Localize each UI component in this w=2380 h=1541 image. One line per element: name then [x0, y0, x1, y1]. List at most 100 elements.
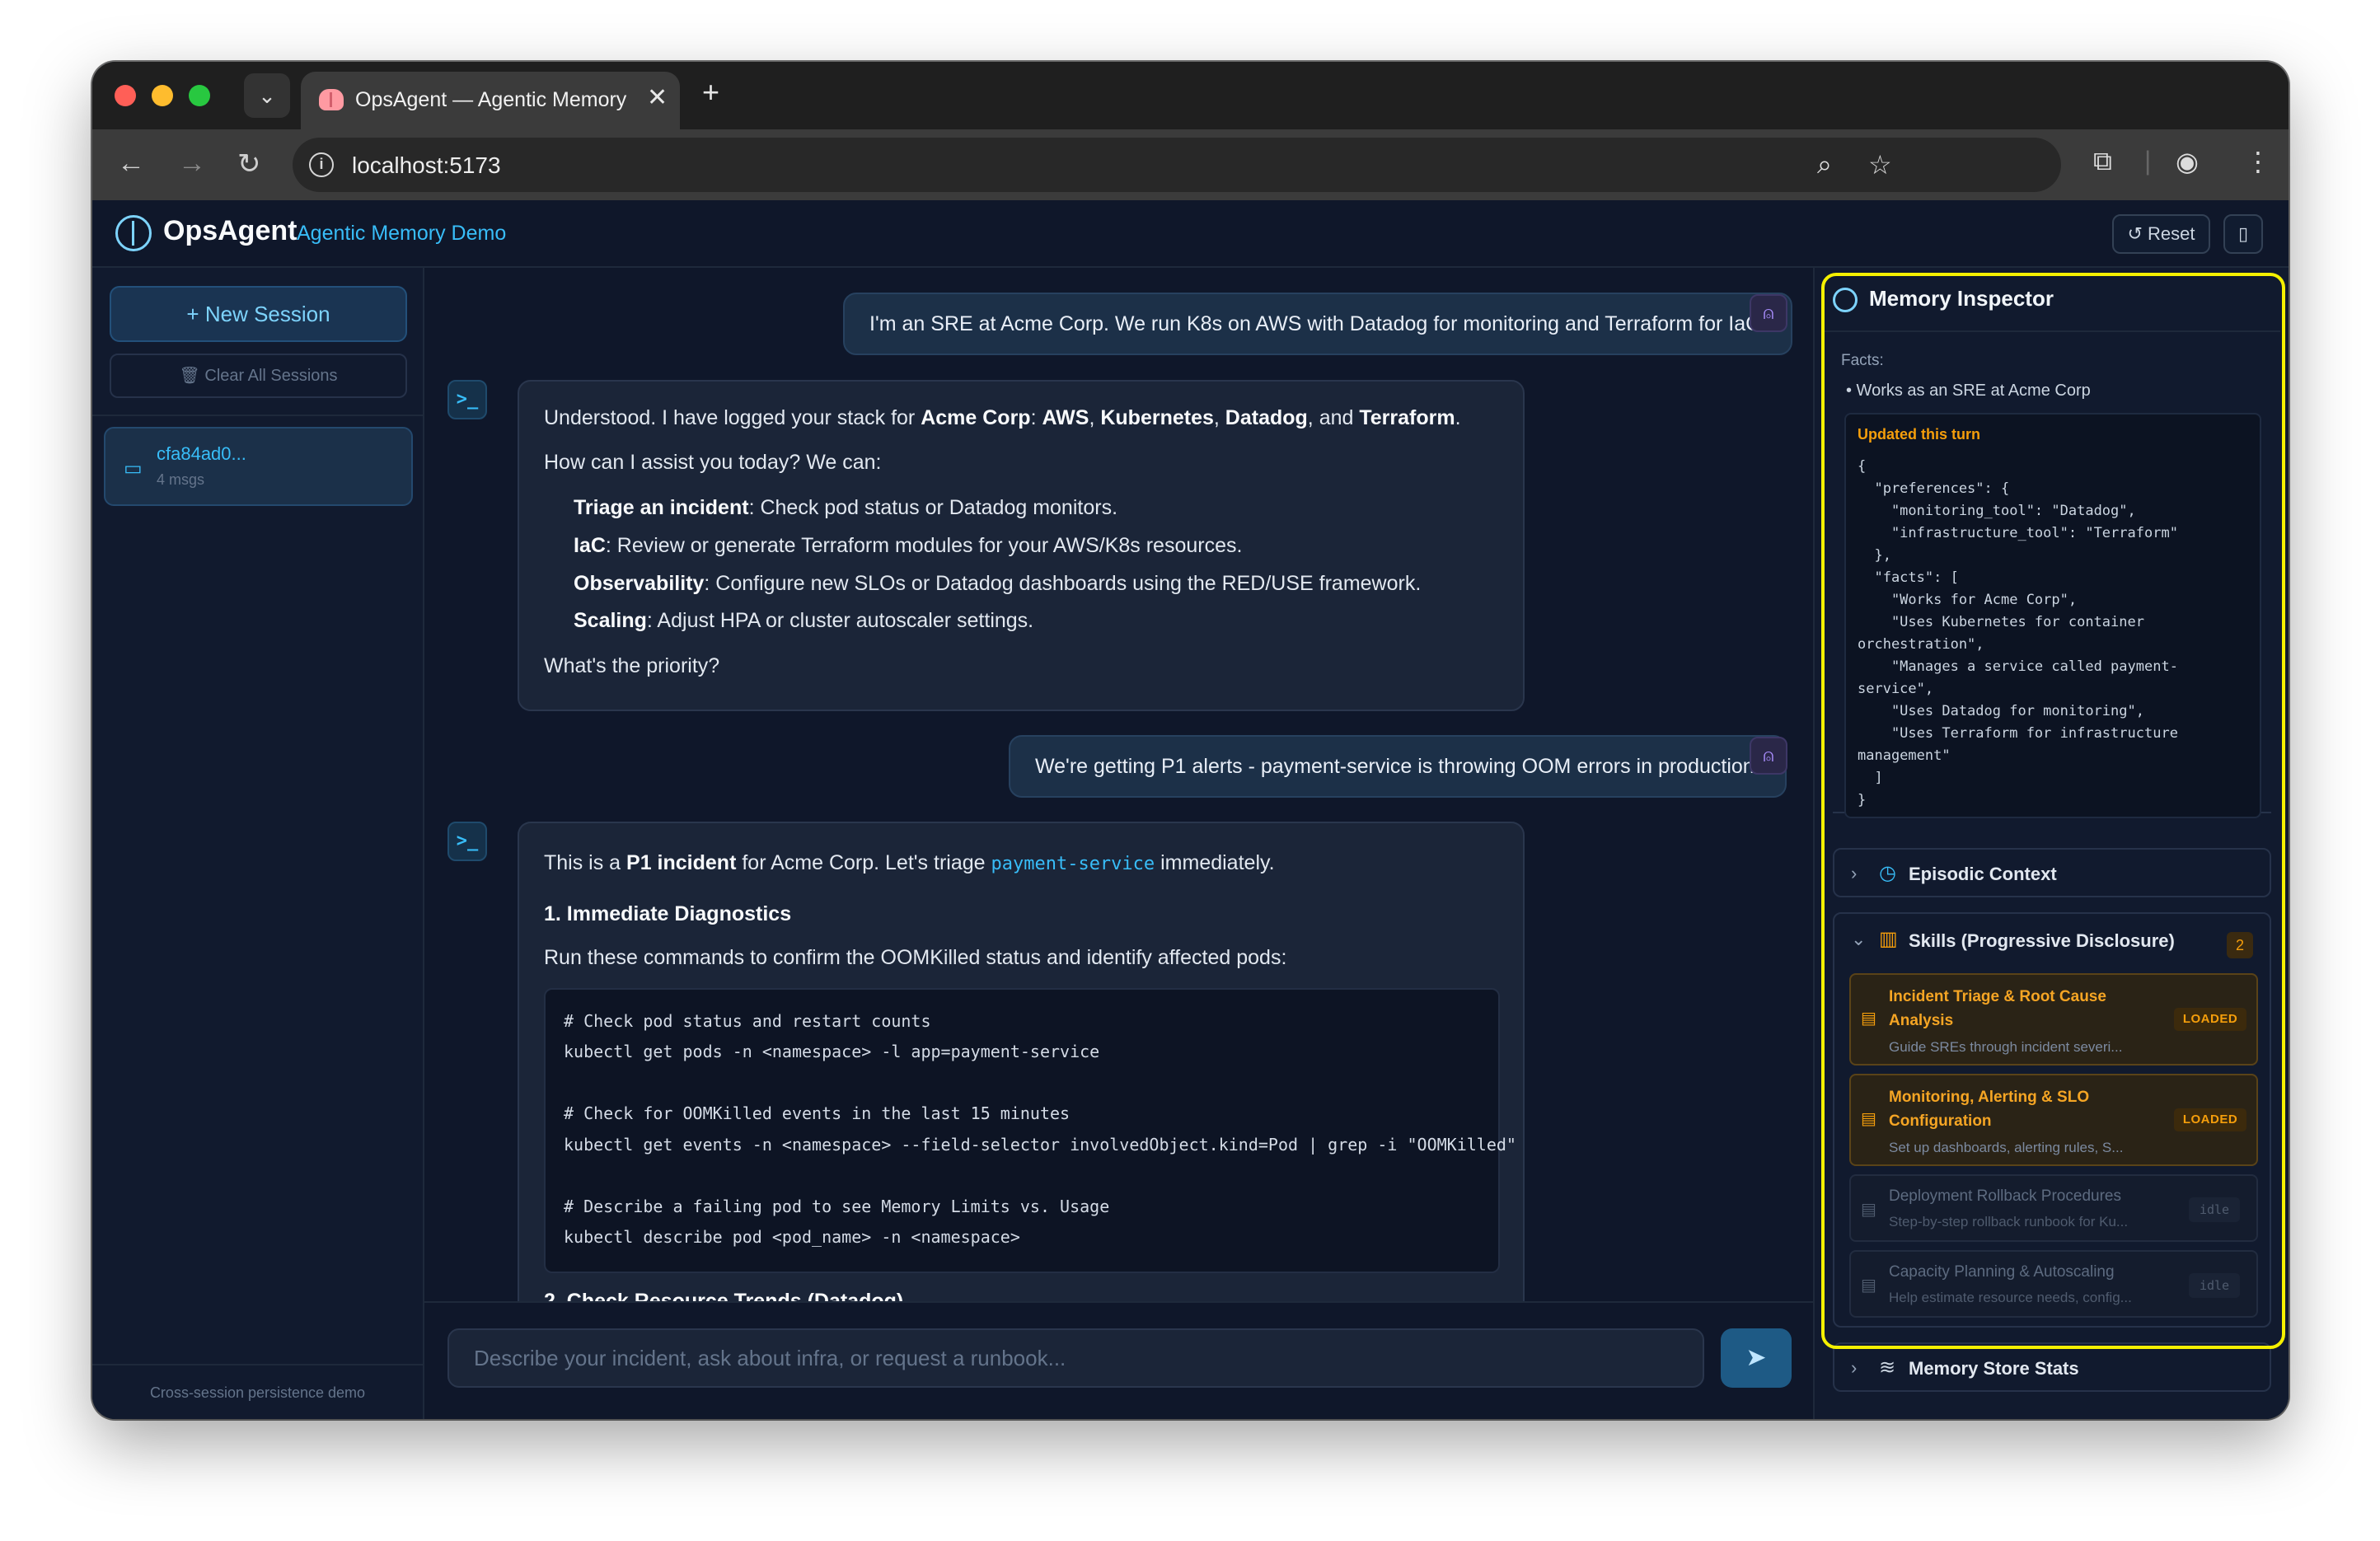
code-block: # Check pod status and restart counts ku…: [544, 988, 1516, 1273]
skill-status-badge: idle: [2189, 1197, 2240, 1222]
document-icon: ▤: [1861, 1110, 1876, 1128]
user-message: We're getting P1 alerts - payment-servic…: [1009, 735, 1787, 798]
reset-label: Reset: [2148, 223, 2195, 244]
new-tab-button[interactable]: +: [702, 75, 719, 110]
assistant-closing: What's the priority?: [544, 654, 720, 677]
bookmark-star-icon[interactable]: ☆: [1868, 149, 1892, 180]
skill-description: Help estimate resource needs, config...: [1889, 1290, 2132, 1305]
session-id: cfa84ad0...: [157, 443, 246, 464]
code-line: kubectl get pods -n <namespace> -l app=p…: [564, 1042, 1100, 1061]
site-info-icon[interactable]: i: [309, 152, 334, 177]
skill-card[interactable]: ▤ Monitoring, Alerting & SLO Configurati…: [1849, 1074, 2258, 1166]
tab-search-chevron-icon[interactable]: ⌄: [244, 73, 290, 118]
skill-description: Set up dashboards, alerting rules, S...: [1889, 1140, 2124, 1155]
profile-icon[interactable]: ◉: [2176, 146, 2199, 177]
chevron-right-icon: ›: [1851, 1357, 1858, 1378]
code-line: # Check pod status and restart counts: [564, 1011, 931, 1031]
agent-terminal-icon: >_: [447, 380, 487, 419]
list-item: Observability: Configure new SLOs or Dat…: [574, 572, 1422, 595]
episodic-context-section[interactable]: › ◷ Episodic Context: [1833, 848, 2271, 897]
brand-subtitle: Agentic Memory Demo: [297, 222, 507, 245]
sidebar-divider: [92, 415, 423, 416]
section-heading: 1. Immediate Diagnostics: [544, 902, 792, 925]
code-line: # Check for OOMKilled events in the last…: [564, 1103, 1071, 1123]
list-item: Triage an incident: Check pod status or …: [574, 496, 1118, 519]
chat-input-bar: Describe your incident, ask about infra,…: [424, 1301, 1813, 1419]
skill-card[interactable]: ▤ Deployment Rollback Procedures Step-by…: [1849, 1174, 2258, 1242]
assistant-paragraph: Run these commands to confirm the OOMKil…: [544, 946, 1287, 969]
sidebar-footer-text: Cross-session persistence demo: [149, 1384, 366, 1401]
document-icon: ▤: [1861, 1276, 1876, 1295]
skills-count-badge: 2: [2227, 932, 2253, 958]
browser-tab[interactable]: OpsAgent — Agentic Memory Demo ✕: [301, 72, 680, 129]
skill-card[interactable]: ▤ Capacity Planning & Autoscaling Help e…: [1849, 1250, 2258, 1318]
assistant-message: This is a P1 incident for Acme Corp. Let…: [518, 822, 1525, 1301]
assistant-intro: This is a P1 incident for Acme Corp. Let…: [544, 851, 1275, 874]
chevron-down-icon[interactable]: ⌄: [1851, 929, 1866, 950]
skill-card[interactable]: ▤ Incident Triage & Root Cause Analysis …: [1849, 973, 2258, 1066]
chat-input[interactable]: Describe your incident, ask about infra,…: [447, 1328, 1704, 1388]
app-root: OpsAgent Agentic Memory Demo ↺ Reset ▯ +…: [92, 200, 2289, 1419]
fact-item: • Works as an SRE at Acme Corp: [1846, 382, 2091, 400]
clear-sessions-label: Clear All Sessions: [204, 367, 338, 385]
book-icon: ▥: [1879, 928, 1898, 950]
url-text[interactable]: localhost:5173: [352, 152, 501, 179]
plus-icon: +: [186, 302, 199, 326]
trash-icon: 🗑: [179, 367, 200, 385]
browser-window: ⌄ OpsAgent — Agentic Memory Demo ✕ + ← →…: [92, 62, 2289, 1419]
minimize-window-button[interactable]: [152, 85, 173, 106]
facts-label: Facts:: [1841, 352, 1884, 369]
send-icon: ➤: [1745, 1344, 1767, 1371]
send-button[interactable]: ➤: [1721, 1328, 1792, 1388]
code-line: kubectl get events -n <namespace> --fiel…: [564, 1135, 1516, 1155]
maximize-window-button[interactable]: [189, 85, 210, 106]
session-message-count: 4 msgs: [157, 471, 205, 488]
extensions-icon[interactable]: ⧉: [2093, 146, 2112, 177]
forward-icon[interactable]: →: [178, 148, 206, 180]
browser-menu-icon[interactable]: ⋮: [2245, 146, 2271, 177]
skill-name: Incident Triage & Root Cause Analysis: [1889, 988, 2106, 1029]
skill-description: Step-by-step rollback runbook for Ku...: [1889, 1214, 2129, 1230]
code-line: # Describe a failing pod to see Memory L…: [564, 1197, 1110, 1216]
app-header: OpsAgent Agentic Memory Demo ↺ Reset ▯: [92, 200, 2289, 268]
skill-name: Capacity Planning & Autoscaling: [1889, 1263, 2115, 1281]
chevron-right-icon: ›: [1851, 863, 1858, 883]
zoom-icon[interactable]: ⌕: [1817, 149, 1832, 180]
facts-section: Facts: • Works as an SRE at Acme Corp Up…: [1833, 342, 2271, 818]
session-item[interactable]: ▭ cfa84ad0... 4 msgs: [104, 427, 413, 506]
memory-inspector-panel: Memory Inspector Facts: • Works as an SR…: [1813, 268, 2289, 1419]
updated-memory-box: Updated this turn { "preferences": { "mo…: [1844, 413, 2261, 818]
section-heading: 2. Check Resource Trends (Datadog): [544, 1290, 904, 1301]
reset-button[interactable]: ↺ Reset: [2112, 214, 2210, 254]
chat-bubble-icon: ▭: [124, 457, 143, 480]
document-icon: ▤: [1861, 1201, 1876, 1219]
clear-all-sessions-button[interactable]: 🗑 Clear All Sessions: [110, 354, 407, 398]
back-icon[interactable]: ←: [117, 148, 145, 180]
assistant-intro: Understood. I have logged your stack for…: [544, 406, 1461, 429]
code-line: kubectl describe pod <pod_name> -n <name…: [564, 1227, 1020, 1247]
brain-favicon-icon: [319, 89, 344, 110]
skill-name: Deployment Rollback Procedures: [1889, 1187, 2121, 1205]
memory-store-stats-title: Memory Store Stats: [1909, 1358, 2079, 1379]
reload-icon[interactable]: ↻: [237, 148, 261, 180]
address-bar[interactable]: i localhost:5173 ⌕ ☆: [293, 138, 2061, 192]
user-avatar-icon: ⍝: [1750, 737, 1787, 775]
close-window-button[interactable]: [115, 85, 136, 106]
assistant-question: How can I assist you today? We can:: [544, 451, 882, 474]
new-session-button[interactable]: + New Session: [110, 286, 407, 342]
inspector-divider: [1823, 330, 2280, 332]
layers-icon: ≋: [1879, 1356, 1896, 1379]
chat-panel: I'm an SRE at Acme Corp. We run K8s on A…: [424, 268, 1813, 1419]
user-message: I'm an SRE at Acme Corp. We run K8s on A…: [843, 293, 1793, 355]
panel-toggle-icon[interactable]: ▯: [2223, 214, 2263, 254]
session-sidebar: + New Session 🗑 Clear All Sessions ▭ cfa…: [92, 268, 424, 1419]
toolbar-divider: |: [2144, 146, 2152, 176]
skills-title[interactable]: Skills (Progressive Disclosure): [1909, 930, 2175, 952]
assistant-message: Understood. I have logged your stack for…: [518, 380, 1525, 711]
skills-section: ⌄ ▥ Skills (Progressive Disclosure) 2 ▤ …: [1833, 912, 2271, 1328]
tab-title: OpsAgent — Agentic Memory Demo: [355, 88, 627, 111]
tab-close-icon[interactable]: ✕: [647, 83, 668, 112]
memory-store-stats-section[interactable]: › ≋ Memory Store Stats: [1833, 1342, 2271, 1392]
list-item: IaC: Review or generate Terraform module…: [574, 534, 1243, 557]
sidebar-footer-divider: [92, 1364, 423, 1365]
